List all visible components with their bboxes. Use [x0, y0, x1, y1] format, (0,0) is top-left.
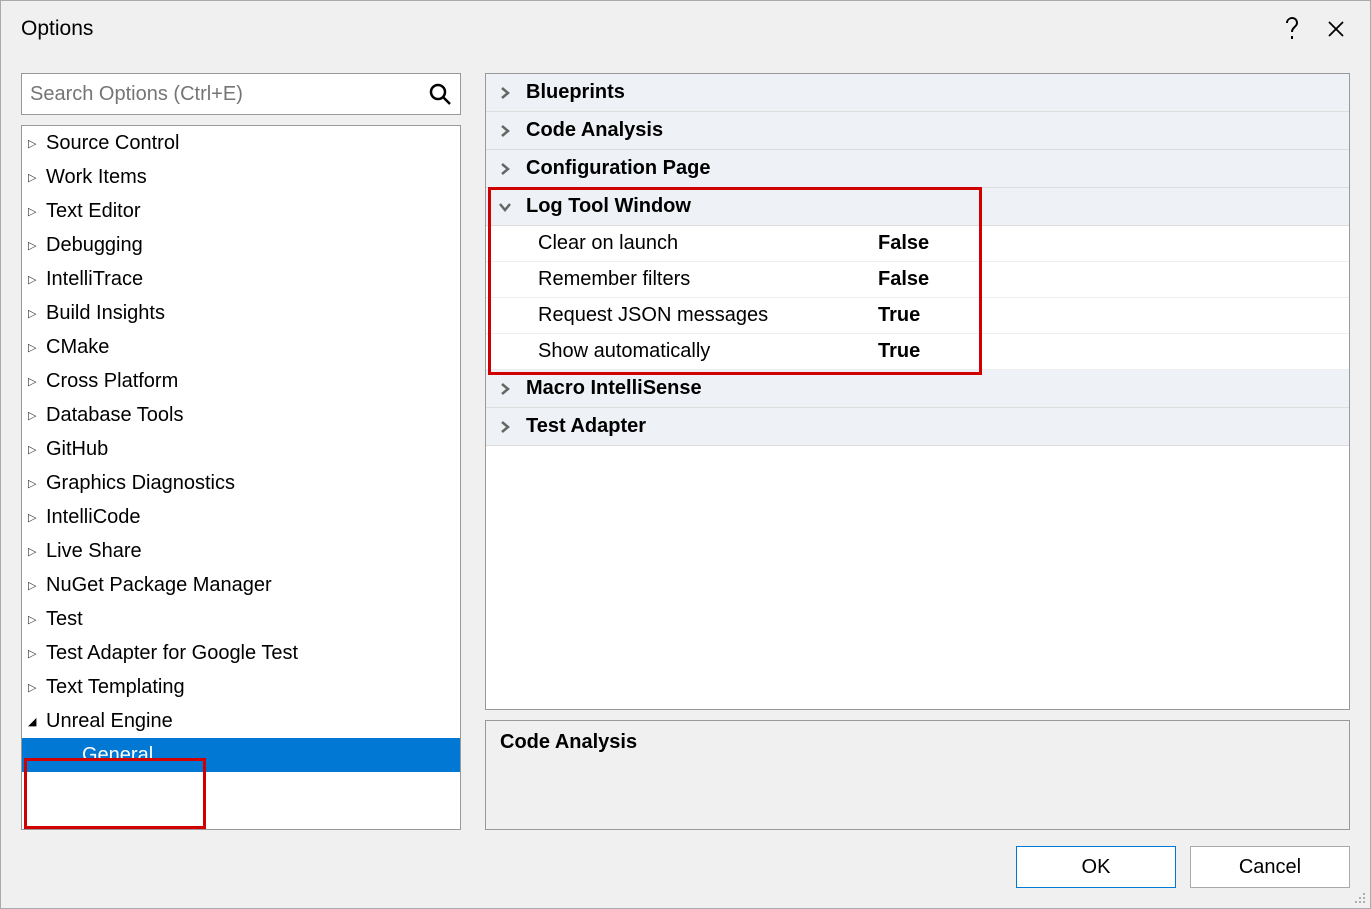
- prop-request-json[interactable]: Request JSON messages True: [486, 298, 1349, 334]
- search-icon[interactable]: [428, 82, 452, 106]
- chevron-right-icon: ▷: [28, 545, 44, 558]
- chevron-right-icon: ▷: [28, 579, 44, 592]
- description-title: Code Analysis: [500, 731, 1335, 754]
- chevron-right-icon: [498, 86, 526, 100]
- ok-button[interactable]: OK: [1016, 846, 1176, 888]
- tree-item-work-items[interactable]: ▷Work Items: [22, 160, 460, 194]
- tree-item-text-editor[interactable]: ▷Text Editor: [22, 194, 460, 228]
- chevron-down-icon: ◢: [28, 715, 44, 728]
- search-box[interactable]: [21, 73, 461, 115]
- right-panel: Blueprints Code Analysis Configuration P…: [485, 73, 1350, 830]
- tree-item-nuget[interactable]: ▷NuGet Package Manager: [22, 568, 460, 602]
- section-blueprints[interactable]: Blueprints: [486, 74, 1349, 112]
- tree-item-database-tools[interactable]: ▷Database Tools: [22, 398, 460, 432]
- content-area: ▷Source Control ▷Work Items ▷Text Editor…: [1, 57, 1370, 830]
- tree-scroll[interactable]: ▷Source Control ▷Work Items ▷Text Editor…: [22, 126, 460, 829]
- titlebar: Options: [1, 1, 1370, 57]
- chevron-right-icon: ▷: [28, 613, 44, 626]
- chevron-right-icon: ▷: [28, 681, 44, 694]
- dialog-title: Options: [21, 17, 1270, 41]
- tree-item-unreal-engine[interactable]: ◢Unreal Engine: [22, 704, 460, 738]
- tree-item-source-control[interactable]: ▷Source Control: [22, 126, 460, 160]
- tree-item-live-share[interactable]: ▷Live Share: [22, 534, 460, 568]
- tree-item-build-insights[interactable]: ▷Build Insights: [22, 296, 460, 330]
- tree-item-cmake[interactable]: ▷CMake: [22, 330, 460, 364]
- tree-item-general[interactable]: General: [22, 738, 460, 772]
- tree-item-debugging[interactable]: ▷Debugging: [22, 228, 460, 262]
- chevron-right-icon: ▷: [28, 409, 44, 422]
- chevron-right-icon: ▷: [28, 171, 44, 184]
- chevron-right-icon: ▷: [28, 205, 44, 218]
- chevron-right-icon: [498, 162, 526, 176]
- description-panel: Code Analysis: [485, 720, 1350, 830]
- section-macro-intellisense[interactable]: Macro IntelliSense: [486, 370, 1349, 408]
- cancel-button[interactable]: Cancel: [1190, 846, 1350, 888]
- category-tree: ▷Source Control ▷Work Items ▷Text Editor…: [21, 125, 461, 830]
- chevron-right-icon: ▷: [28, 273, 44, 286]
- tree-item-github[interactable]: ▷GitHub: [22, 432, 460, 466]
- tree-item-test[interactable]: ▷Test: [22, 602, 460, 636]
- left-panel: ▷Source Control ▷Work Items ▷Text Editor…: [21, 73, 461, 830]
- help-icon[interactable]: [1270, 7, 1314, 51]
- tree-item-cross-platform[interactable]: ▷Cross Platform: [22, 364, 460, 398]
- section-log-tool-window[interactable]: Log Tool Window: [486, 188, 1349, 226]
- chevron-right-icon: [498, 420, 526, 434]
- tree-item-intellicode[interactable]: ▷IntelliCode: [22, 500, 460, 534]
- resize-grip-icon[interactable]: [1350, 888, 1366, 904]
- chevron-right-icon: ▷: [28, 443, 44, 456]
- tree-item-test-adapter-gtest[interactable]: ▷Test Adapter for Google Test: [22, 636, 460, 670]
- close-icon[interactable]: [1314, 7, 1358, 51]
- prop-clear-on-launch[interactable]: Clear on launch False: [486, 226, 1349, 262]
- property-grid: Blueprints Code Analysis Configuration P…: [485, 73, 1350, 710]
- options-dialog: Options ▷Source Control ▷Work Items ▷Tex…: [0, 0, 1371, 909]
- button-row: OK Cancel: [1, 830, 1370, 908]
- tree-item-text-templating[interactable]: ▷Text Templating: [22, 670, 460, 704]
- chevron-right-icon: ▷: [28, 647, 44, 660]
- chevron-right-icon: ▷: [28, 341, 44, 354]
- chevron-right-icon: ▷: [28, 239, 44, 252]
- section-configuration-page[interactable]: Configuration Page: [486, 150, 1349, 188]
- chevron-right-icon: [498, 382, 526, 396]
- search-input[interactable]: [30, 83, 428, 106]
- chevron-right-icon: ▷: [28, 307, 44, 320]
- section-test-adapter[interactable]: Test Adapter: [486, 408, 1349, 446]
- section-code-analysis[interactable]: Code Analysis: [486, 112, 1349, 150]
- chevron-right-icon: ▷: [28, 375, 44, 388]
- prop-show-automatically[interactable]: Show automatically True: [486, 334, 1349, 370]
- chevron-right-icon: ▷: [28, 137, 44, 150]
- prop-remember-filters[interactable]: Remember filters False: [486, 262, 1349, 298]
- chevron-right-icon: [498, 124, 526, 138]
- chevron-right-icon: ▷: [28, 511, 44, 524]
- chevron-right-icon: ▷: [28, 477, 44, 490]
- chevron-down-icon: [498, 200, 526, 214]
- tree-item-intellitrace[interactable]: ▷IntelliTrace: [22, 262, 460, 296]
- tree-item-graphics-diagnostics[interactable]: ▷Graphics Diagnostics: [22, 466, 460, 500]
